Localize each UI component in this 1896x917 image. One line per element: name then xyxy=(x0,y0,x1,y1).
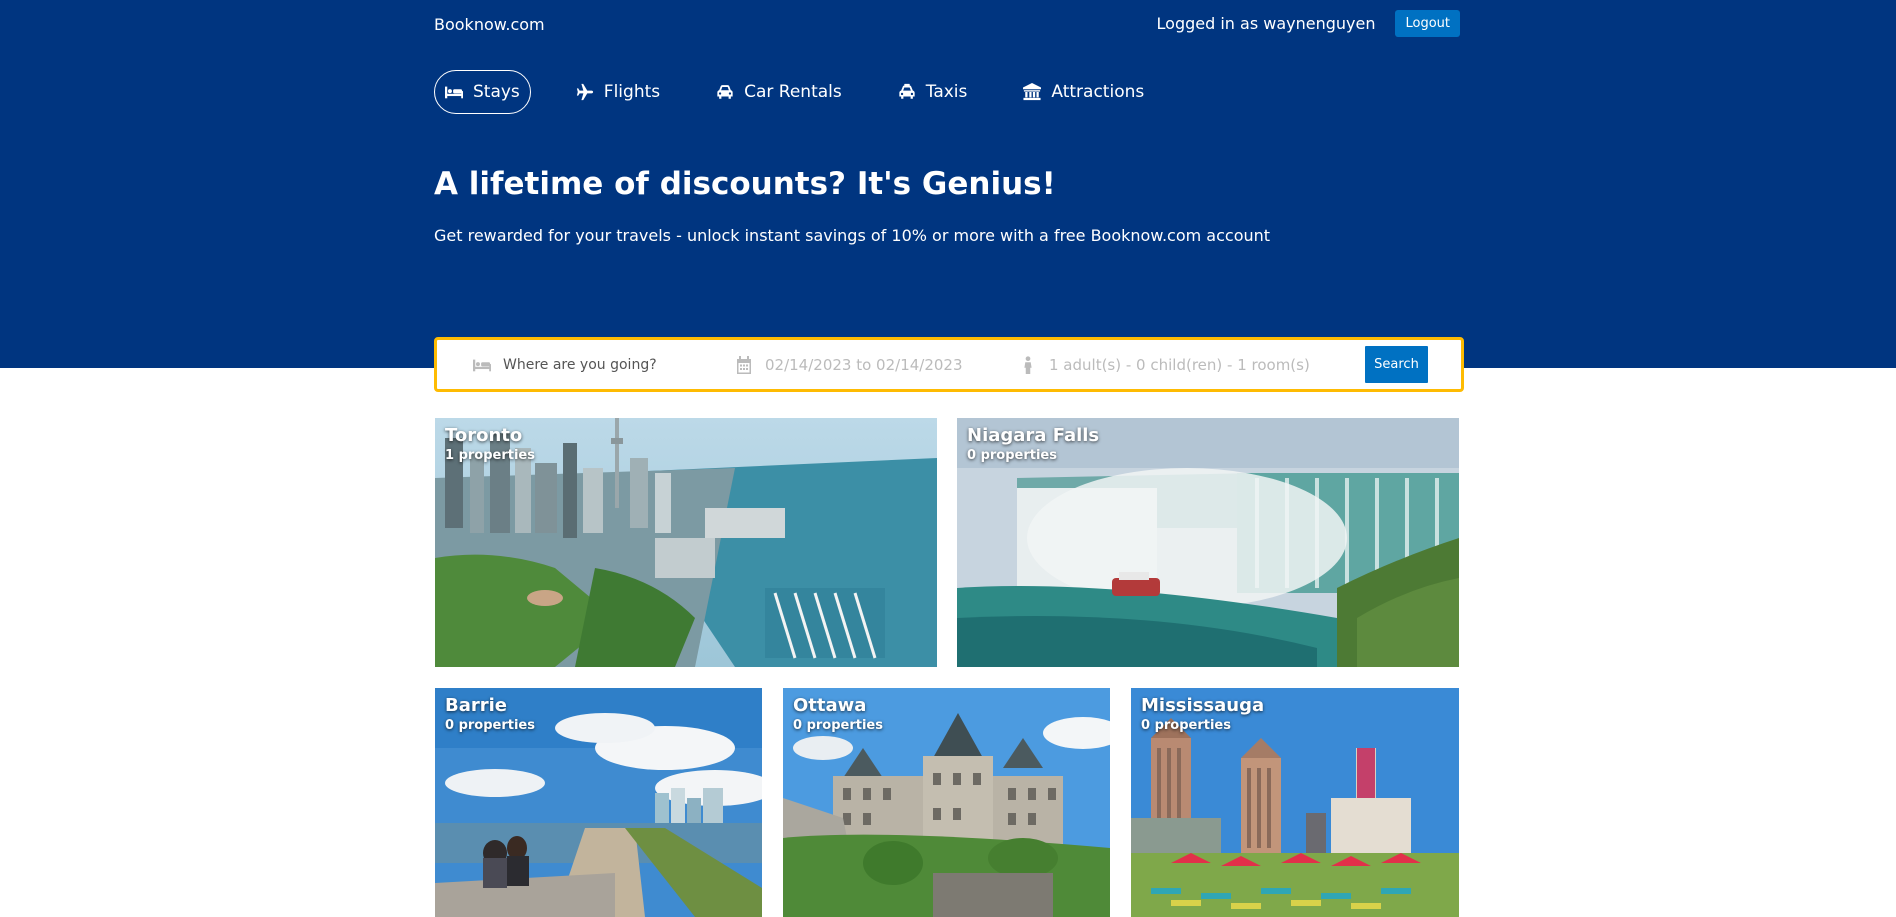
bed-icon xyxy=(473,359,491,371)
nav-stays[interactable]: Stays xyxy=(434,70,531,114)
search-bar: Where are you going? 02/14/2023 to 02/14… xyxy=(434,337,1464,392)
destination-name: Ottawa xyxy=(793,695,867,716)
main-nav: Stays Flights Car Rentals Taxis Attracti… xyxy=(434,70,1460,114)
destination-count: 0 properties xyxy=(793,718,883,733)
museum-icon xyxy=(1023,83,1042,101)
destination-count: 0 properties xyxy=(967,448,1057,463)
car-icon xyxy=(717,85,733,99)
site-logo[interactable]: Booknow.com xyxy=(434,15,545,34)
calendar-icon xyxy=(737,355,751,374)
logout-button[interactable]: Logout xyxy=(1395,10,1460,37)
bed-icon xyxy=(445,86,463,99)
nav-taxis-label: Taxis xyxy=(925,82,968,102)
nav-car-rentals[interactable]: Car Rentals xyxy=(705,70,853,114)
logged-in-text: Logged in as waynenguyen xyxy=(1156,14,1376,33)
hero-title: A lifetime of discounts? It's Genius! xyxy=(434,166,1056,202)
top-bar: Booknow.com Logged in as waynenguyen Log… xyxy=(434,0,1460,48)
hero-subtitle: Get rewarded for your travels - unlock i… xyxy=(434,226,1271,245)
occupancy-input[interactable]: 1 adult(s) - 0 child(ren) - 1 room(s) xyxy=(1049,356,1310,374)
destination-name: Mississauga xyxy=(1141,695,1265,716)
person-icon xyxy=(1024,355,1032,374)
destination-card-niagara-falls[interactable]: Niagara Falls 0 properties xyxy=(957,418,1459,667)
nav-stays-label: Stays xyxy=(473,82,520,102)
plane-icon xyxy=(576,83,593,101)
destination-name: Niagara Falls xyxy=(967,425,1100,446)
destination-card-barrie[interactable]: Barrie 0 properties xyxy=(435,688,762,917)
destination-card-ottawa[interactable]: Ottawa 0 properties xyxy=(783,688,1110,917)
nav-flights-label: Flights xyxy=(603,82,661,102)
nav-attractions[interactable]: Attractions xyxy=(1012,70,1155,114)
destination-count: 0 properties xyxy=(1141,718,1231,733)
destination-name: Barrie xyxy=(445,695,507,716)
nav-taxis[interactable]: Taxis xyxy=(887,70,979,114)
destination-count: 0 properties xyxy=(445,718,535,733)
date-field[interactable]: 02/14/2023 to 02/14/2023 xyxy=(735,340,963,389)
destination-field[interactable]: Where are you going? xyxy=(473,340,657,389)
nav-car-rentals-label: Car Rentals xyxy=(744,82,842,102)
search-button[interactable]: Search xyxy=(1365,346,1428,383)
nav-attractions-label: Attractions xyxy=(1051,82,1145,102)
destination-card-toronto[interactable]: Toronto 1 properties xyxy=(435,418,937,667)
destination-name: Toronto xyxy=(445,425,523,446)
destination-input[interactable]: Where are you going? xyxy=(503,357,657,373)
destination-count: 1 properties xyxy=(445,448,535,463)
date-range-input[interactable]: 02/14/2023 to 02/14/2023 xyxy=(765,356,963,374)
taxi-icon xyxy=(899,83,915,99)
user-area: Logged in as waynenguyen Logout xyxy=(1157,10,1460,37)
nav-flights[interactable]: Flights xyxy=(565,70,671,114)
destination-card-mississauga[interactable]: Mississauga 0 properties xyxy=(1131,688,1459,917)
occupancy-field[interactable]: 1 adult(s) - 0 child(ren) - 1 room(s) xyxy=(1019,340,1310,389)
